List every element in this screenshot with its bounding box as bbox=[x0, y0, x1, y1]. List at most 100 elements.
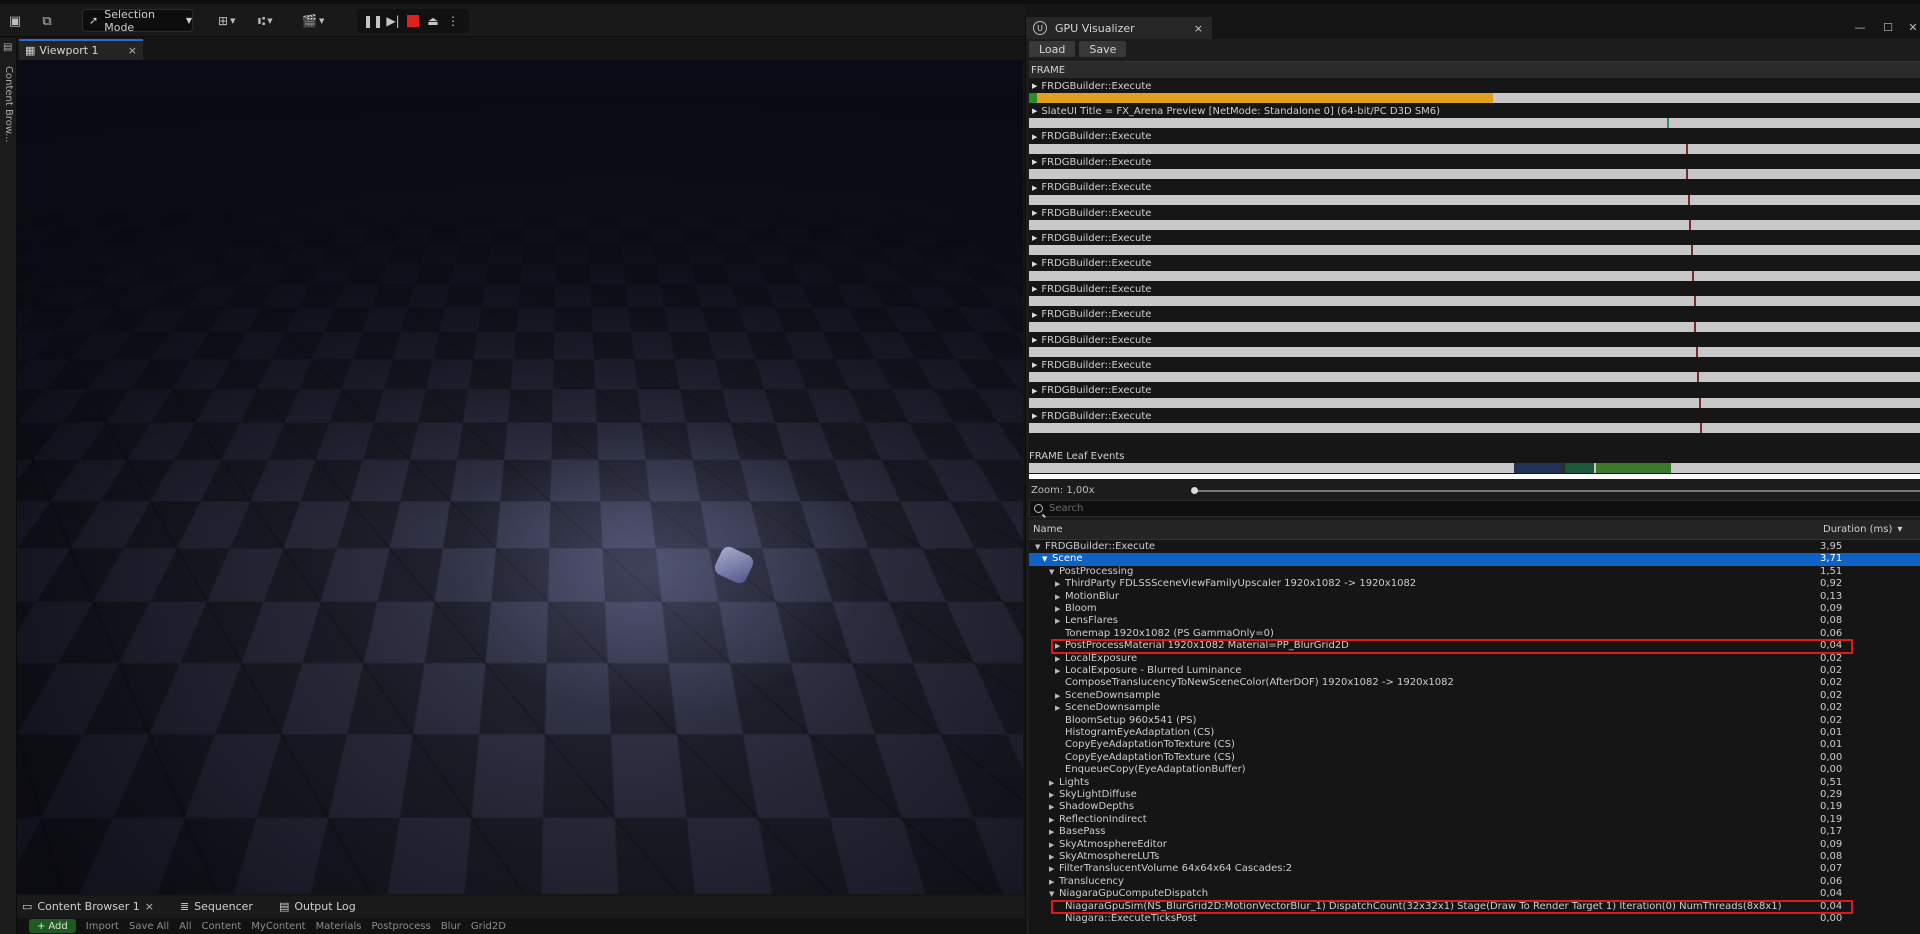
collapse-arrow-icon[interactable]: ▼ bbox=[1035, 541, 1041, 553]
expand-arrow-icon[interactable]: ▶ bbox=[1049, 876, 1055, 888]
tree-row[interactable]: ▼ FRDGBuilder::Execute 3,95 bbox=[1029, 541, 1920, 553]
expand-arrow-icon[interactable]: ▶ bbox=[1055, 665, 1061, 677]
tree-row[interactable]: ▶ SceneDownsample 0,02 bbox=[1029, 702, 1920, 714]
graph-row-bar[interactable] bbox=[1029, 423, 1920, 433]
collapse-arrow-icon[interactable]: ▼ bbox=[1049, 566, 1055, 578]
expand-arrow-icon[interactable]: ▶ bbox=[1032, 234, 1037, 242]
expand-arrow-icon[interactable]: ▶ bbox=[1049, 801, 1055, 813]
content-browser-rail-label[interactable]: Content Brow... bbox=[3, 66, 14, 143]
expand-arrow-icon[interactable]: ▶ bbox=[1049, 777, 1055, 789]
expand-arrow-icon[interactable]: ▶ bbox=[1032, 361, 1037, 369]
tree-row[interactable]: ▶ FilterTranslucentVolume 64x64x64 Cascad… bbox=[1029, 863, 1920, 875]
tree-row[interactable]: ▶ LocalExposure 0,02 bbox=[1029, 653, 1920, 665]
close-icon[interactable]: × bbox=[1194, 22, 1203, 35]
graph-row-bar[interactable] bbox=[1029, 93, 1920, 103]
close-icon[interactable]: × bbox=[145, 900, 154, 913]
level-viewport[interactable] bbox=[17, 60, 1023, 894]
graph-row-bar[interactable] bbox=[1029, 398, 1920, 408]
window-close-icon[interactable]: ✕ bbox=[1906, 20, 1920, 34]
tree-row[interactable]: ▼ PostProcessing 1,51 bbox=[1029, 566, 1920, 578]
tree-row[interactable]: ▶ ShadowDepths 0,19 bbox=[1029, 801, 1920, 813]
tree-row[interactable]: ▶ Translucency 0,06 bbox=[1029, 876, 1920, 888]
collapse-arrow-icon[interactable]: ▼ bbox=[1042, 553, 1048, 565]
breadcrumb-postprocess[interactable]: Postprocess bbox=[371, 921, 430, 932]
graph-row-bar[interactable] bbox=[1029, 245, 1920, 255]
graph-row-bar[interactable] bbox=[1029, 169, 1920, 179]
load-button[interactable]: Load bbox=[1029, 41, 1075, 57]
tree-row[interactable]: ▶ SkyAtmosphereEditor 0,09 bbox=[1029, 839, 1920, 851]
graph-row-bar[interactable] bbox=[1029, 118, 1920, 128]
breadcrumb-materials[interactable]: Materials bbox=[316, 921, 362, 932]
frame-graph-row[interactable]: ▶ FRDGBuilder::Execute bbox=[1029, 334, 1920, 359]
tree-row[interactable]: ComposeTranslucencyToNewSceneColor(After… bbox=[1029, 677, 1920, 689]
more-icon[interactable]: ⋮ bbox=[444, 13, 462, 29]
save-all-button[interactable]: Save All bbox=[129, 921, 169, 932]
tree-row[interactable]: Niagara::ExecuteTicksPost 0,00 bbox=[1029, 913, 1920, 925]
collapse-arrow-icon[interactable]: ▼ bbox=[1049, 888, 1055, 900]
frame-graph-row[interactable]: ▶ FRDGBuilder::Execute bbox=[1029, 232, 1920, 257]
breadcrumb-all[interactable]: All bbox=[179, 921, 191, 932]
expand-arrow-icon[interactable]: ▶ bbox=[1055, 690, 1061, 702]
frame-graph-row[interactable]: ▶ FRDGBuilder::Execute bbox=[1029, 131, 1920, 156]
leaf-events-bar[interactable] bbox=[1029, 463, 1920, 473]
pause-icon[interactable]: ❚❚ bbox=[364, 13, 382, 29]
graph-row-bar[interactable] bbox=[1029, 220, 1920, 230]
content-browser-icon[interactable]: ▤ bbox=[3, 42, 12, 53]
tree-row[interactable]: ▶ Bloom 0,09 bbox=[1029, 603, 1920, 615]
frame-graph-row[interactable]: ▶ FRDGBuilder::Execute bbox=[1029, 359, 1920, 384]
frame-graph-row[interactable]: ▶ FRDGBuilder::Execute bbox=[1029, 156, 1920, 181]
expand-arrow-icon[interactable]: ▶ bbox=[1055, 591, 1061, 603]
tab-output-log[interactable]: ▤ Output Log bbox=[279, 900, 356, 913]
graph-row-bar[interactable] bbox=[1029, 322, 1920, 332]
frame-graph-row[interactable]: ▶ FRDGBuilder::Execute bbox=[1029, 80, 1920, 105]
expand-arrow-icon[interactable]: ▶ bbox=[1032, 260, 1037, 268]
tree-row[interactable]: ▶ ReflectionIndirect 0,19 bbox=[1029, 814, 1920, 826]
content-icon[interactable]: ⧉ bbox=[37, 11, 57, 31]
add-button[interactable]: + Add bbox=[29, 919, 76, 933]
cinematics-button[interactable]: 🎬 ▼ bbox=[302, 10, 324, 32]
graph-row-bar[interactable] bbox=[1029, 195, 1920, 205]
frame-graph-row[interactable]: ▶ FRDGBuilder::Execute bbox=[1029, 410, 1920, 435]
breadcrumb-grid2d[interactable]: Grid2D bbox=[471, 921, 506, 932]
expand-arrow-icon[interactable]: ▶ bbox=[1032, 285, 1037, 293]
expand-arrow-icon[interactable]: ▶ bbox=[1032, 336, 1037, 344]
expand-arrow-icon[interactable]: ▶ bbox=[1032, 133, 1037, 141]
tree-row[interactable]: ▼ Scene 3,71 bbox=[1029, 553, 1920, 565]
frame-graph-row[interactable]: ▶ FRDGBuilder::Execute bbox=[1029, 283, 1920, 308]
close-icon[interactable]: × bbox=[128, 44, 137, 57]
frame-graph-row[interactable]: ▶ FRDGBuilder::Execute bbox=[1029, 207, 1920, 232]
save-icon[interactable]: ▣ bbox=[5, 11, 25, 31]
frame-graph-row[interactable]: ▶ FRDGBuilder::Execute bbox=[1029, 309, 1920, 334]
zoom-slider-track[interactable] bbox=[1194, 490, 1920, 492]
tree-row[interactable]: EnqueueCopy(EyeAdaptationBuffer) 0,00 bbox=[1029, 764, 1920, 776]
leaf-event-segment[interactable] bbox=[1514, 463, 1562, 473]
tab-content-browser[interactable]: ▭ Content Browser 1 × bbox=[22, 900, 154, 913]
tree-row[interactable]: ▶ LocalExposure - Blurred Luminance 0,02 bbox=[1029, 665, 1920, 677]
graph-row-bar[interactable] bbox=[1029, 372, 1920, 382]
breadcrumb-mycontent[interactable]: MyContent bbox=[251, 921, 305, 932]
stop-button[interactable] bbox=[404, 13, 422, 29]
graph-row-bar[interactable] bbox=[1029, 347, 1920, 357]
add-actor-button[interactable]: ⊞ ▼ bbox=[218, 10, 235, 32]
expand-arrow-icon[interactable]: ▶ bbox=[1049, 839, 1055, 851]
tree-row[interactable]: ▶ BasePass 0,17 bbox=[1029, 826, 1920, 838]
expand-arrow-icon[interactable]: ▶ bbox=[1049, 789, 1055, 801]
tree-row[interactable]: CopyEyeAdaptationToTexture (CS) 0,01 bbox=[1029, 739, 1920, 751]
expand-arrow-icon[interactable]: ▶ bbox=[1032, 184, 1037, 192]
selection-mode-dropdown[interactable]: ➚ Selection Mode ▼ bbox=[82, 9, 193, 32]
tab-sequencer[interactable]: ≣ Sequencer bbox=[180, 900, 253, 913]
graph-row-bar[interactable] bbox=[1029, 271, 1920, 281]
tab-viewport-1[interactable]: ▦ Viewport 1 × bbox=[19, 39, 143, 60]
tree-row[interactable]: ▶ Lights 0,51 bbox=[1029, 777, 1920, 789]
frame-graph-row[interactable]: ▶ FRDGBuilder::Execute bbox=[1029, 182, 1920, 207]
graph-row-bar[interactable] bbox=[1029, 296, 1920, 306]
tree-row[interactable]: ▶ MotionBlur 0,13 bbox=[1029, 591, 1920, 603]
expand-arrow-icon[interactable]: ▶ bbox=[1049, 851, 1055, 863]
expand-arrow-icon[interactable]: ▶ bbox=[1049, 863, 1055, 875]
leaf-event-segment[interactable] bbox=[1565, 463, 1594, 473]
expand-arrow-icon[interactable]: ▶ bbox=[1055, 578, 1061, 590]
frame-graph-row[interactable]: ▶ FRDGBuilder::Execute bbox=[1029, 258, 1920, 283]
expand-arrow-icon[interactable]: ▶ bbox=[1032, 82, 1037, 90]
breadcrumb-content[interactable]: Content bbox=[202, 921, 242, 932]
expand-arrow-icon[interactable]: ▶ bbox=[1049, 826, 1055, 838]
